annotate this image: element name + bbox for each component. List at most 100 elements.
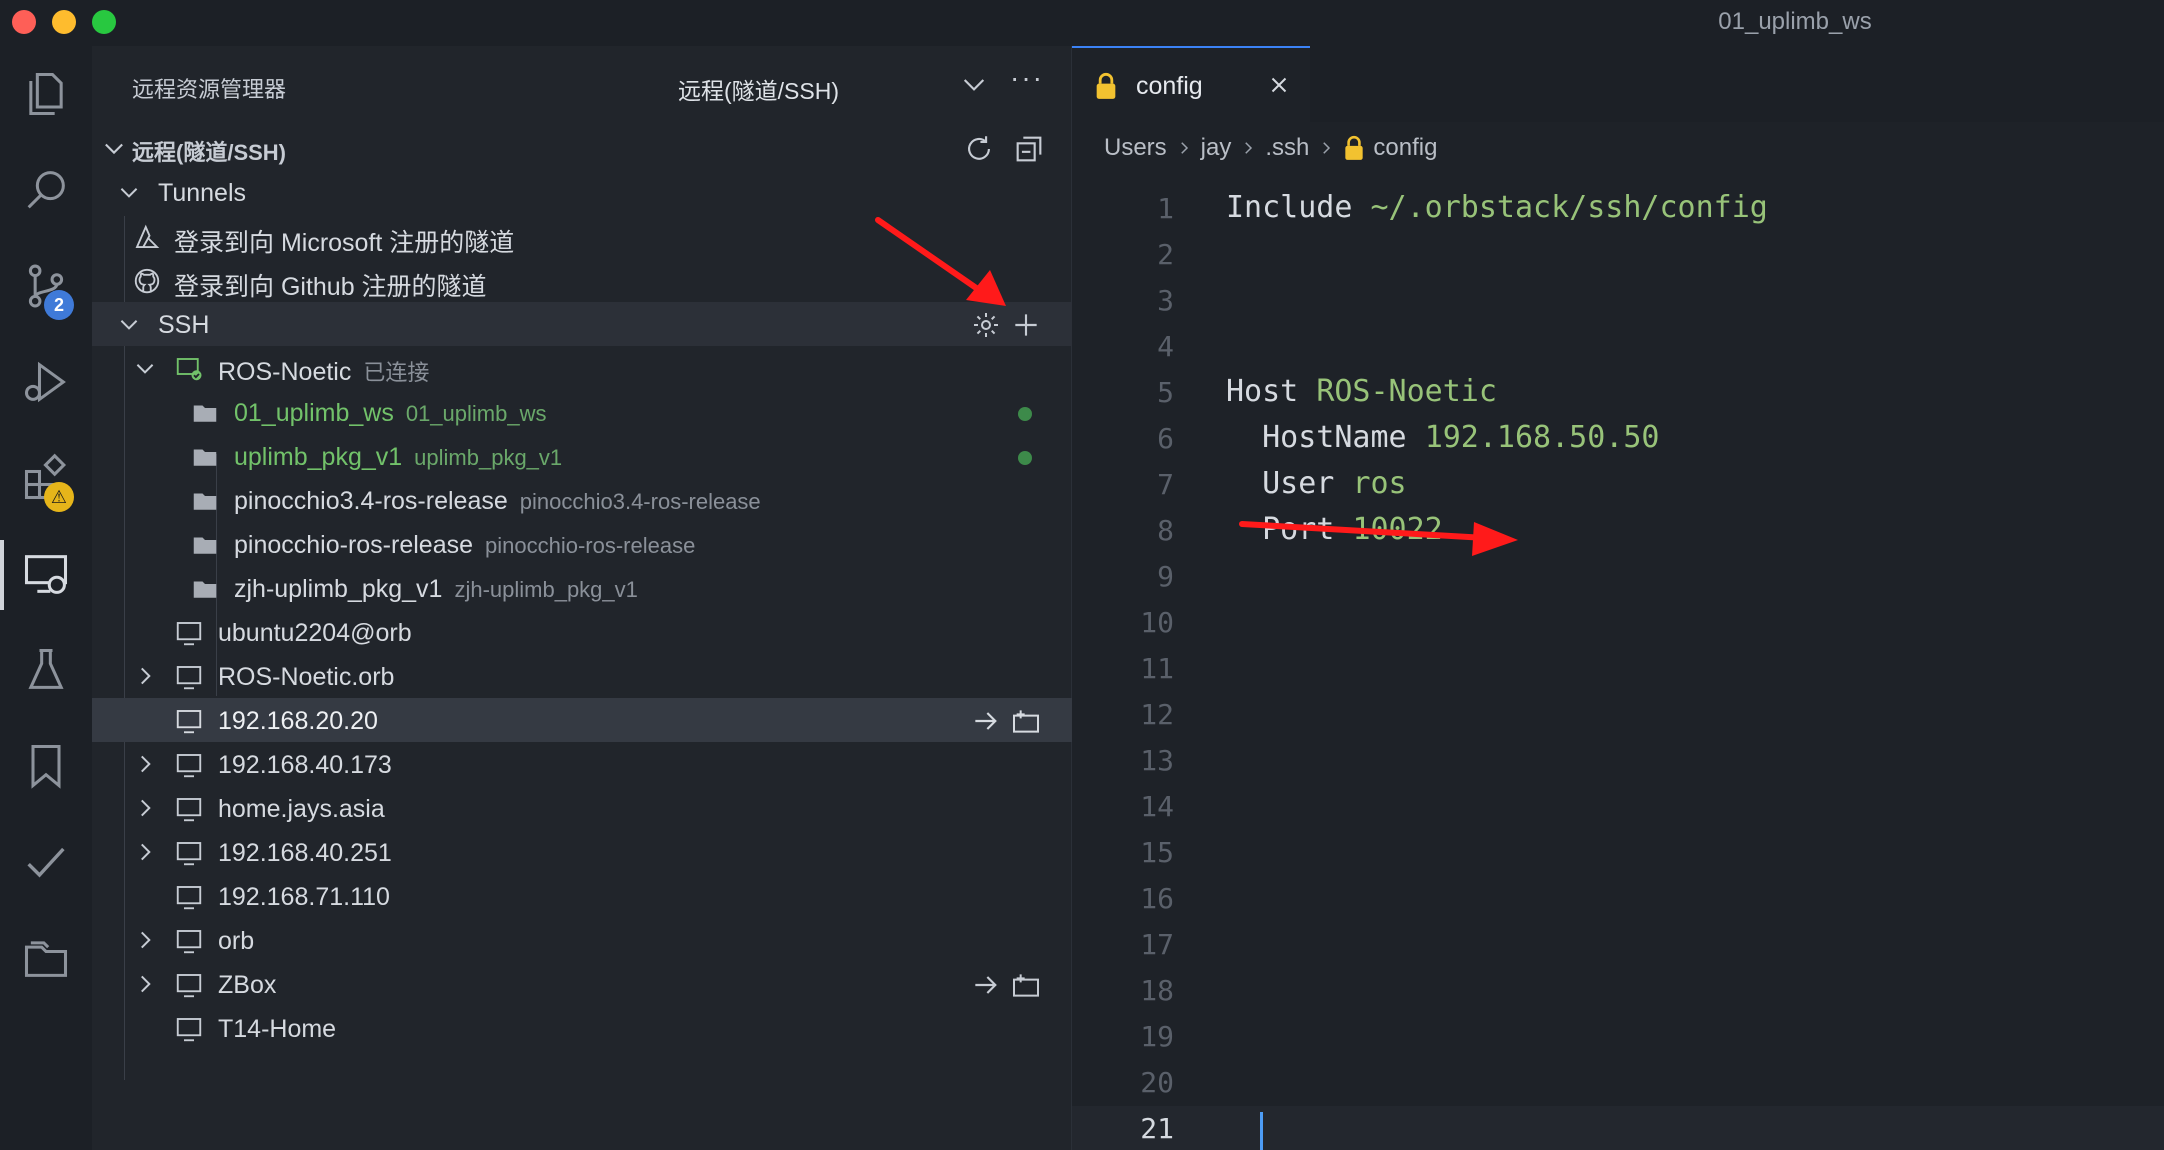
code-line[interactable]: 11 (1072, 646, 2164, 692)
minimize-window-button[interactable] (52, 10, 76, 34)
code-value: ROS-Noetic (1316, 374, 1497, 409)
close-window-button[interactable] (12, 10, 36, 34)
close-icon[interactable] (1266, 72, 1292, 98)
open-indicator (1018, 407, 1032, 421)
code-line[interactable]: 20 (1072, 1060, 2164, 1106)
monitor-icon (176, 622, 202, 646)
tree-item-label: 192.168.20.20 (218, 707, 378, 735)
source-control-badge: 2 (44, 290, 74, 320)
breadcrumb-item[interactable]: Users (1104, 134, 1167, 162)
code-line[interactable]: 9 (1072, 554, 2164, 600)
chevron-down-icon (105, 143, 123, 155)
remote-explorer-icon[interactable] (18, 546, 74, 602)
todo-check-icon[interactable] (18, 834, 74, 890)
ssh-folder-pinocchio34[interactable]: pinocchio3.4-ros-release pinocchio3.4-ros… (92, 478, 1072, 522)
connection-status: 已连接 (363, 360, 430, 385)
ssh-folder-zjh-uplimb[interactable]: zjh-uplimb_pkg_v1 zjh-uplimb_pkg_v1 (92, 566, 1072, 610)
gear-icon[interactable] (970, 309, 1002, 341)
line-number: 8 (1157, 514, 1174, 547)
code-line[interactable]: 13 (1072, 738, 2164, 784)
tree-item-label: 192.168.40.173 (218, 751, 392, 779)
code-line[interactable]: 21 (1072, 1106, 2164, 1150)
code-key: User (1226, 466, 1353, 501)
open-new-window-icon[interactable] (1010, 969, 1042, 1001)
refresh-icon[interactable] (962, 132, 996, 166)
monitor-icon (176, 710, 202, 734)
ssh-host-ubuntu2204[interactable]: ubuntu2204@orb (92, 610, 1072, 654)
code-line[interactable]: 10 (1072, 600, 2164, 646)
code-line[interactable]: 2 (1072, 232, 2164, 278)
code-text: HostName 192.168.50.50 (1226, 420, 1660, 455)
ssh-host-192-168-71-110[interactable]: 192.168.71.110 (92, 874, 1072, 918)
code-line[interactable]: 6 HostName 192.168.50.50 (1072, 416, 2164, 462)
code-line[interactable]: 14 (1072, 784, 2164, 830)
code-line[interactable]: 4 (1072, 324, 2164, 370)
code-line[interactable]: 7 User ros (1072, 462, 2164, 508)
arrow-right-icon[interactable] (970, 969, 1002, 1001)
code-line[interactable]: 8 Port 10022 (1072, 508, 2164, 554)
ssh-host-home-jays-asia[interactable]: home.jays.asia (92, 786, 1072, 830)
ssh-host-t14-home[interactable]: T14-Home (92, 1006, 1072, 1050)
code-line[interactable]: 16 (1072, 876, 2164, 922)
remote-type-select[interactable]: 远程(隧道/SSH) (678, 72, 839, 106)
line-number: 15 (1140, 836, 1174, 869)
ssh-host-192-168-40-173[interactable]: 192.168.40.173 (92, 742, 1072, 786)
chevron-right-icon (141, 843, 151, 861)
code-line[interactable]: 5 Host ROS-Noetic (1072, 370, 2164, 416)
zoom-window-button[interactable] (92, 10, 116, 34)
ssh-folder-uplimb-pkg-v1[interactable]: uplimb_pkg_v1 uplimb_pkg_v1 (92, 434, 1072, 478)
code-text: Include ~/.orbstack/ssh/config (1226, 190, 1768, 225)
testing-icon[interactable] (18, 642, 74, 698)
project-manager-icon[interactable] (18, 930, 74, 986)
line-number: 3 (1157, 284, 1174, 317)
ssh-folder-01-uplimb-ws[interactable]: 01_uplimb_ws 01_uplimb_ws (92, 390, 1072, 434)
code-line[interactable]: 19 (1072, 1014, 2164, 1060)
add-icon[interactable] (1010, 309, 1042, 341)
collapse-all-icon[interactable] (1012, 132, 1046, 166)
open-new-window-icon[interactable] (1010, 705, 1042, 737)
ssh-host-zbox[interactable]: ZBox (92, 962, 1072, 1006)
section-header-remote[interactable]: 远程(隧道/SSH) (92, 126, 1072, 170)
code-line[interactable]: 12 (1072, 692, 2164, 738)
ssh-host-192-168-20-20[interactable]: 192.168.20.20 (92, 698, 1072, 742)
more-actions-button[interactable]: ··· (1010, 64, 1050, 100)
chevron-right-icon (1245, 142, 1253, 154)
ssh-host-ros-noetic[interactable]: ROS-Noetic 已连接 (92, 346, 1072, 390)
code-line[interactable]: 3 (1072, 278, 2164, 324)
search-icon[interactable] (18, 162, 74, 218)
ssh-host-orb[interactable]: orb (92, 918, 1072, 962)
bookmarks-icon[interactable] (18, 738, 74, 794)
tree-item-label: SSH (158, 311, 210, 339)
line-number: 17 (1140, 928, 1174, 961)
folder-icon (193, 449, 217, 466)
code-line[interactable]: 15 (1072, 830, 2164, 876)
tree-item-label: uplimb_pkg_v1 uplimb_pkg_v1 (234, 443, 563, 471)
ssh-folder-pinocchio[interactable]: pinocchio-ros-release pinocchio-ros-relea… (92, 522, 1072, 566)
line-number: 19 (1140, 1020, 1174, 1053)
breadcrumb-item[interactable]: config (1373, 134, 1437, 162)
tree-item-ssh[interactable]: SSH (92, 302, 1072, 346)
tunnel-login-microsoft[interactable]: 登录到向 Microsoft 注册的隧道 (92, 214, 1072, 258)
breadcrumb-item[interactable]: .ssh (1265, 134, 1309, 162)
ssh-host-192-168-40-251[interactable]: 192.168.40.251 (92, 830, 1072, 874)
remote-explorer-sidebar: 远程资源管理器 远程(隧道/SSH) ··· 远程(隧道/SSH) Tunnel… (92, 46, 1072, 1150)
arrow-right-icon[interactable] (970, 705, 1002, 737)
code-line[interactable]: 1 Include ~/.orbstack/ssh/config (1072, 186, 2164, 232)
code-line[interactable]: 17 (1072, 922, 2164, 968)
explorer-icon[interactable] (18, 66, 74, 122)
chevron-down-icon[interactable] (958, 68, 990, 100)
line-number: 10 (1140, 606, 1174, 639)
tree-item-label: pinocchio-ros-release pinocchio-ros-relea… (234, 531, 696, 559)
open-indicator (1018, 451, 1032, 465)
breadcrumb-item[interactable]: jay (1201, 134, 1232, 162)
ssh-host-ros-noetic-orb[interactable]: ROS-Noetic.orb (92, 654, 1072, 698)
code-value: 192.168.50.50 (1424, 420, 1660, 455)
run-debug-icon[interactable] (18, 354, 74, 410)
tab-config[interactable]: config (1072, 46, 1310, 122)
code-line[interactable]: 18 (1072, 968, 2164, 1014)
chevron-right-icon (1323, 142, 1331, 154)
line-number: 1 (1157, 192, 1174, 225)
tree-item-tunnels[interactable]: Tunnels (92, 170, 1072, 214)
tree-item-label: ROS-Noetic 已连接 (218, 358, 430, 386)
tunnel-login-github[interactable]: 登录到向 Github 注册的隧道 (92, 258, 1072, 302)
